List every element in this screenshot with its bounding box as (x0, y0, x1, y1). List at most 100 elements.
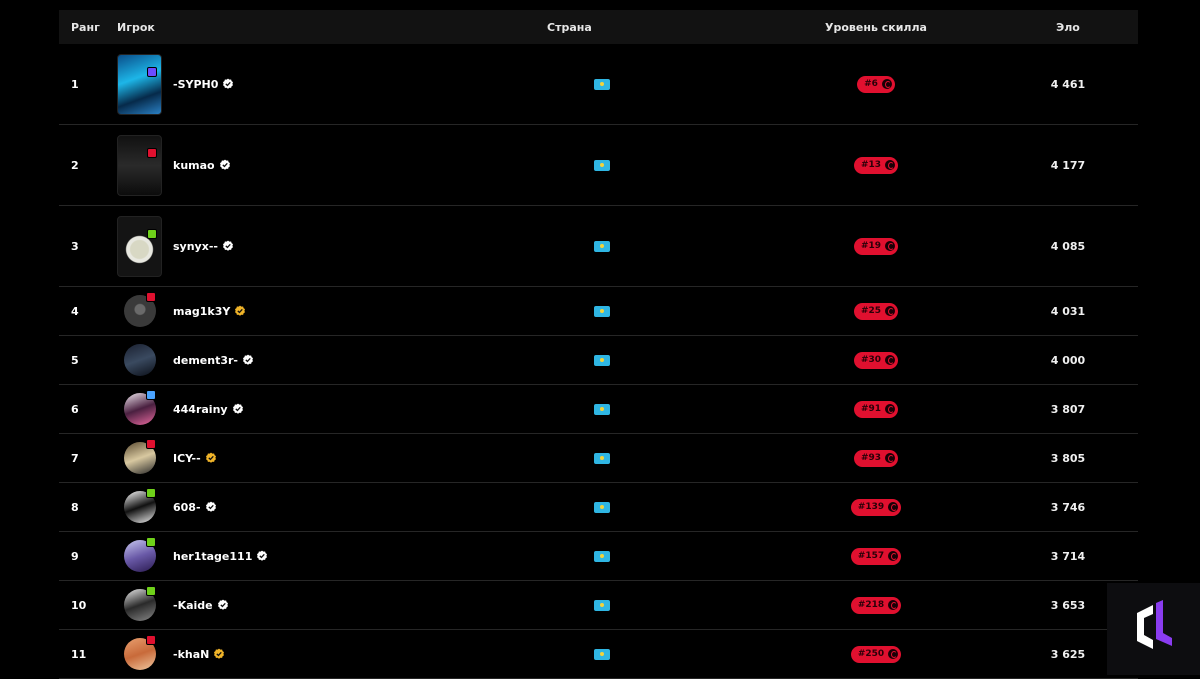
header-skill-level[interactable]: Уровень скилла (754, 21, 998, 34)
table-row[interactable]: 3 synyx-- #19 4 085 (59, 206, 1138, 287)
faceit-level-icon (884, 452, 897, 464)
table-row[interactable]: 6 444rainy #91 3 807 (59, 385, 1138, 434)
country-cell (497, 599, 754, 611)
skill-cell: #157 (754, 547, 998, 565)
country-cell (497, 78, 754, 90)
table-row[interactable]: 11 -khaN #250 3 625 (59, 630, 1138, 679)
player-avatar[interactable] (123, 344, 156, 376)
level-indicator-icon (146, 537, 156, 547)
skill-rank: #30 (860, 355, 882, 365)
skill-rank: #19 (860, 241, 882, 251)
table-row[interactable]: 2 kumao #13 4 177 (59, 125, 1138, 206)
header-rank[interactable]: Ранг (59, 21, 117, 34)
level-indicator-icon (146, 488, 156, 498)
player-cell: 444rainy (117, 390, 497, 425)
rank-cell: 4 (59, 305, 117, 318)
table-row[interactable]: 9 her1tage111 #157 3 714 (59, 532, 1138, 581)
country-cell (497, 550, 754, 562)
player-cell: 608- (117, 488, 497, 523)
level-indicator-icon (147, 228, 157, 239)
elo-cell: 3 714 (998, 550, 1138, 563)
rank-number: 7 (71, 451, 79, 465)
player-avatar[interactable] (117, 215, 162, 277)
header-country[interactable]: Страна (497, 21, 754, 34)
elo-value: 4 031 (1050, 304, 1086, 318)
player-cell: ICY-- (117, 439, 497, 474)
verified-badge-icon (205, 452, 216, 463)
player-cell: synyx-- (117, 215, 497, 277)
table-row[interactable]: 8 608- #139 3 746 (59, 483, 1138, 532)
table-row[interactable]: 4 mag1k3Y #25 4 031 (59, 287, 1138, 336)
player-name: ICY-- (173, 451, 201, 465)
rank-cell: 6 (59, 403, 117, 416)
leaderboard-table: Ранг Игрок Страна Уровень скилла Эло 1 -… (59, 10, 1138, 679)
skill-level-badge: #6 (857, 75, 895, 93)
player-name-link[interactable]: 444rainy (173, 403, 244, 416)
level-indicator-icon (146, 439, 156, 449)
player-name-link[interactable]: synyx-- (173, 240, 234, 253)
country-cell (497, 452, 754, 464)
player-name: her1tage111 (173, 549, 253, 563)
skill-cell: #25 (754, 302, 998, 320)
skill-level-badge: #139 (850, 498, 902, 516)
faceit-level-icon (884, 354, 897, 366)
faceit-level-icon (884, 159, 897, 171)
avatar-wrapper (117, 586, 162, 621)
avatar-wrapper (117, 635, 162, 670)
header-elo[interactable]: Эло (998, 21, 1138, 34)
skill-cell: #250 (754, 645, 998, 663)
skill-cell: #19 (754, 237, 998, 255)
faceit-level-icon (887, 599, 900, 611)
skill-level-badge: #19 (853, 237, 899, 255)
level-indicator-icon (146, 390, 156, 400)
rank-number: 4 (71, 304, 79, 318)
elo-cell: 4 000 (998, 354, 1138, 367)
player-name-link[interactable]: kumao (173, 159, 231, 172)
country-cell (497, 159, 754, 171)
country-cell (497, 240, 754, 252)
player-cell: mag1k3Y (117, 292, 497, 327)
skill-rank: #93 (860, 453, 882, 463)
player-name-link[interactable]: ICY-- (173, 452, 217, 465)
table-row[interactable]: 7 ICY-- #93 3 805 (59, 434, 1138, 483)
player-cell: her1tage111 (117, 537, 497, 572)
player-name-link[interactable]: her1tage111 (173, 550, 268, 563)
player-avatar[interactable] (117, 53, 162, 115)
table-row[interactable]: 1 -SYPH0 #6 4 461 (59, 44, 1138, 125)
player-name-link[interactable]: -Kaide (173, 599, 229, 612)
verified-badge-icon (232, 403, 243, 414)
player-name-link[interactable]: 608- (173, 501, 217, 514)
elo-value: 3 714 (1050, 549, 1086, 563)
elo-value: 3 805 (1050, 451, 1086, 465)
rank-cell: 8 (59, 501, 117, 514)
rank-number: 5 (71, 353, 79, 367)
skill-level-badge: #157 (850, 547, 902, 565)
faceit-level-icon (884, 240, 897, 252)
level-indicator-icon (147, 66, 157, 77)
table-row[interactable]: 5 dement3r- #30 4 000 (59, 336, 1138, 385)
avatar-wrapper (117, 344, 162, 376)
player-name: mag1k3Y (173, 304, 231, 318)
table-row[interactable]: 10 -Kaide #218 3 653 (59, 581, 1138, 630)
player-avatar[interactable] (117, 134, 162, 196)
verified-badge-icon (257, 550, 268, 561)
kazakhstan-flag-icon (594, 403, 610, 415)
country-cell (497, 648, 754, 660)
skill-cell: #6 (754, 75, 998, 93)
player-name-link[interactable]: dement3r- (173, 354, 254, 367)
elo-value: 3 807 (1050, 402, 1086, 416)
rank-number: 1 (71, 77, 79, 91)
player-name-link[interactable]: -khaN (173, 648, 225, 661)
skill-level-badge: #250 (850, 645, 902, 663)
skill-rank: #250 (857, 649, 885, 659)
player-name-link[interactable]: -SYPH0 (173, 78, 234, 91)
verified-badge-icon (219, 159, 230, 170)
player-name-link[interactable]: mag1k3Y (173, 305, 246, 318)
player-name: kumao (173, 158, 215, 172)
header-player[interactable]: Игрок (117, 21, 497, 34)
rank-number: 3 (71, 239, 79, 253)
rank-cell: 1 (59, 78, 117, 91)
skill-rank: #139 (857, 502, 885, 512)
skill-cell: #30 (754, 351, 998, 369)
level-indicator-icon (146, 292, 156, 302)
